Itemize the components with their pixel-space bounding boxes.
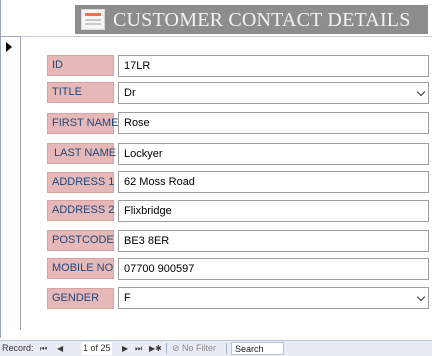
mobile-no-field[interactable]: 07700 900597 xyxy=(118,258,429,280)
last-name-field[interactable]: Lockyer xyxy=(118,143,429,165)
mobile-no-label: MOBILE NO xyxy=(47,258,114,279)
next-record-icon[interactable]: ▶ xyxy=(122,341,128,356)
first-name-field[interactable]: Rose xyxy=(118,112,429,134)
search-input[interactable]: Search xyxy=(231,342,284,355)
title-label: TITLE xyxy=(47,82,114,103)
form-title: CUSTOMER CONTACT DETAILS xyxy=(113,9,411,31)
record-label: Record: xyxy=(2,343,34,353)
nav-separator xyxy=(166,343,167,354)
last-record-icon[interactable]: ⏭ xyxy=(135,341,142,356)
new-record-icon[interactable]: ▶✱ xyxy=(149,341,162,356)
record-counter[interactable]: 1 of 25 xyxy=(82,342,112,355)
postcode-label: POSTCODE xyxy=(47,230,114,251)
title-combo[interactable]: Dr xyxy=(118,82,429,104)
filter-icon: ⊘ xyxy=(172,343,183,353)
last-name-label: LAST NAME xyxy=(47,143,116,164)
gender-combo-value: F xyxy=(124,292,131,304)
title-combo-value: Dr xyxy=(124,87,136,99)
address1-field[interactable]: 62 Moss Road xyxy=(118,171,429,193)
form-divider xyxy=(21,36,432,37)
gender-combo[interactable]: F xyxy=(118,287,429,309)
address2-label: ADDRESS 2 xyxy=(47,200,114,221)
chevron-down-icon xyxy=(416,292,426,302)
first-record-icon[interactable]: ⏮ xyxy=(40,341,47,356)
address1-label: ADDRESS 1 xyxy=(47,172,114,193)
gender-label: GENDER xyxy=(47,288,114,309)
form-icon xyxy=(81,9,105,30)
gender-dropdown-button[interactable] xyxy=(413,288,428,308)
record-navigation-bar: Record: ⏮ ◀ 1 of 25 ▶ ⏭ ▶✱ ⊘ No Filter S… xyxy=(0,340,432,356)
address2-field[interactable]: Flixbridge xyxy=(118,200,429,222)
postcode-field[interactable]: BE3 8ER xyxy=(118,230,429,252)
id-label: ID xyxy=(47,55,114,76)
id-field[interactable]: 17LR xyxy=(118,55,429,77)
first-name-label: FIRST NAME xyxy=(47,113,118,134)
previous-record-icon[interactable]: ◀ xyxy=(57,341,63,356)
nav-separator xyxy=(226,343,227,354)
title-dropdown-button[interactable] xyxy=(413,83,428,103)
filter-toggle[interactable]: ⊘ No Filter xyxy=(172,341,216,356)
filter-label: No Filter xyxy=(182,343,217,353)
record-selector[interactable] xyxy=(1,36,21,330)
chevron-down-icon xyxy=(416,87,426,97)
current-record-arrow-icon xyxy=(6,42,12,52)
customer-contact-form: CUSTOMER CONTACT DETAILS ID 17LR TITLE D… xyxy=(0,0,432,338)
